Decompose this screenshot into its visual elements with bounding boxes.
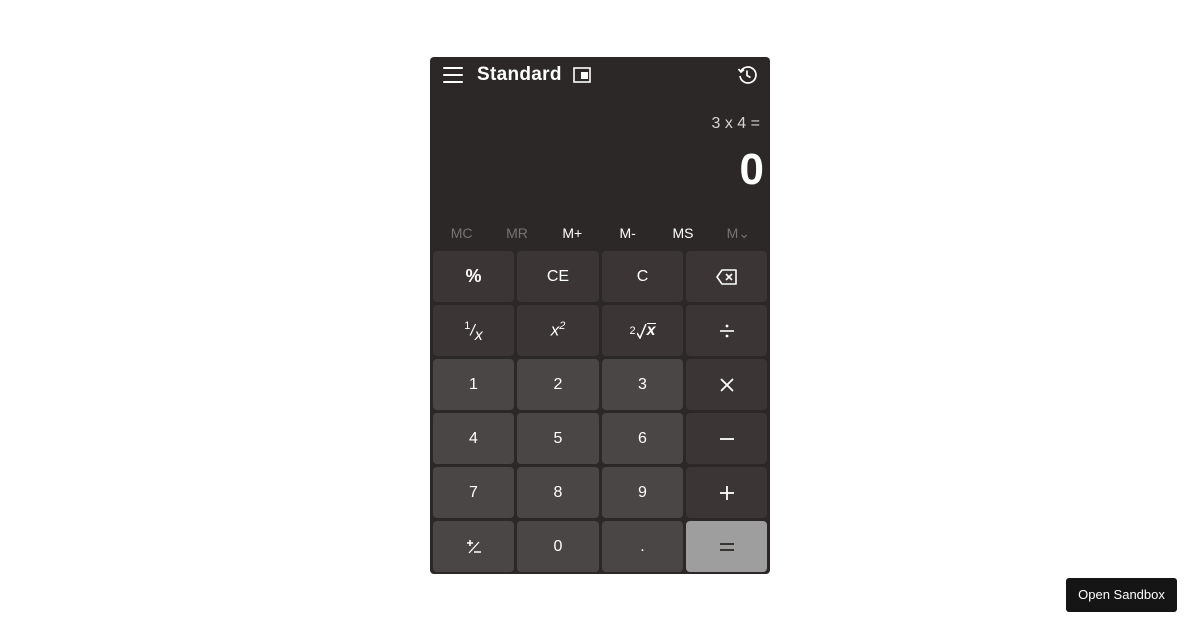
result-display: 0 [739, 145, 764, 194]
square-root-button[interactable]: 2 x [602, 305, 683, 356]
memory-store-button[interactable]: MS [655, 221, 710, 245]
digit-9-label: 9 [638, 483, 647, 501]
square-button[interactable]: x2 [517, 305, 599, 356]
clear-label: C [636, 267, 649, 285]
digit-9-button[interactable]: 9 [602, 467, 683, 518]
backspace-button[interactable] [686, 251, 767, 302]
equals-icon [719, 542, 734, 551]
backspace-icon [715, 268, 737, 285]
square-root-label: 2 x [629, 322, 656, 339]
divide-button[interactable] [686, 305, 767, 356]
reciprocal-denominator: x [474, 326, 483, 344]
memory-clear-button[interactable]: MC [434, 221, 489, 245]
subtract-button[interactable] [686, 413, 767, 464]
square-exponent: 2 [559, 320, 566, 333]
add-button[interactable] [686, 467, 767, 518]
open-sandbox-button[interactable]: Open Sandbox [1066, 578, 1177, 612]
digit-7-button[interactable]: 7 [433, 467, 514, 518]
digit-3-button[interactable]: 3 [602, 359, 683, 410]
digit-3-label: 3 [638, 375, 647, 393]
digit-5-button[interactable]: 5 [517, 413, 599, 464]
menu-icon[interactable] [443, 67, 463, 83]
expression-display: 3 x 4 = [711, 115, 760, 132]
digit-1-button[interactable]: 1 [433, 359, 514, 410]
history-icon[interactable] [737, 65, 757, 85]
digit-0-label: 0 [553, 537, 563, 555]
mode-title: Standard [477, 64, 562, 85]
square-label: x2 [551, 320, 566, 341]
calculator-window: Standard 3 x 4 = 0 MC MR M+ M- MS M⌄ % C… [430, 57, 770, 574]
digit-7-label: 7 [469, 483, 478, 501]
digit-8-label: 8 [553, 483, 563, 501]
digit-6-label: 6 [638, 429, 647, 447]
reciprocal-numerator: 1 [464, 320, 471, 333]
decimal-button[interactable]: . [602, 521, 683, 572]
digit-2-label: 2 [553, 375, 563, 393]
digit-6-button[interactable]: 6 [602, 413, 683, 464]
plus-minus-icon [466, 539, 481, 553]
reciprocal-button[interactable]: 1/x [433, 305, 514, 356]
digit-4-button[interactable]: 4 [433, 413, 514, 464]
keypad: % CE C 1/x x2 2 x 1 2 3 4 5 6 7 8 9 0 . [433, 251, 767, 572]
percent-label: % [465, 266, 482, 286]
radical-icon [636, 323, 647, 339]
memory-row: MC MR M+ M- MS M⌄ [434, 221, 766, 245]
minus-icon [719, 437, 734, 440]
calculator-header: Standard [430, 57, 770, 93]
memory-subtract-button[interactable]: M- [600, 221, 655, 245]
percent-button[interactable]: % [433, 251, 514, 302]
digit-0-button[interactable]: 0 [517, 521, 599, 572]
root-index: 2 [629, 324, 636, 337]
digit-2-button[interactable]: 2 [517, 359, 599, 410]
memory-add-button[interactable]: M+ [545, 221, 600, 245]
multiply-button[interactable] [686, 359, 767, 410]
memory-recall-button[interactable]: MR [489, 221, 544, 245]
equals-button[interactable] [686, 521, 767, 572]
square-base: x [550, 320, 560, 340]
memory-list-button[interactable]: M⌄ [711, 221, 766, 245]
negate-button[interactable] [433, 521, 514, 572]
root-radicand: x [646, 322, 656, 339]
decimal-label: . [640, 537, 645, 555]
digit-1-label: 1 [469, 375, 478, 393]
plus-icon [719, 485, 734, 500]
multiply-icon [719, 377, 734, 392]
divide-icon [719, 324, 734, 337]
digit-4-label: 4 [469, 429, 478, 447]
digit-5-label: 5 [553, 429, 563, 447]
keep-on-top-icon[interactable] [573, 67, 591, 83]
reciprocal-label: 1/x [464, 320, 483, 344]
clear-entry-button[interactable]: CE [517, 251, 599, 302]
clear-entry-label: CE [546, 267, 570, 285]
digit-8-button[interactable]: 8 [517, 467, 599, 518]
clear-button[interactable]: C [602, 251, 683, 302]
